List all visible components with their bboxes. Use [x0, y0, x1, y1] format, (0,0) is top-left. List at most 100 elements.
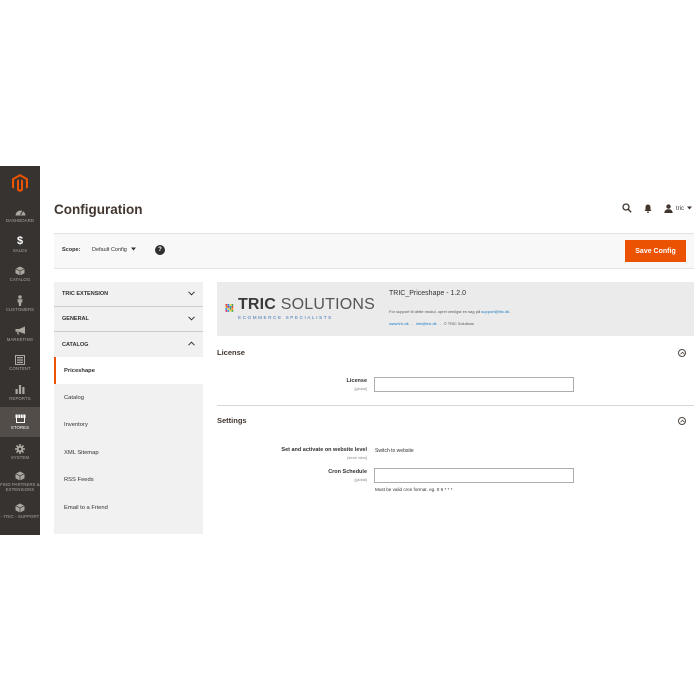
- section-catalog[interactable]: CATALOG: [54, 332, 203, 357]
- caret-down-icon: [130, 247, 136, 253]
- cube-tile: [225, 304, 228, 306]
- cube-tile: [229, 308, 232, 310]
- sidebar-item-label: Catalog: [9, 277, 31, 283]
- sidebar-item-catalog[interactable]: Catalog: [0, 259, 40, 289]
- megaphone-icon: [14, 325, 26, 336]
- save-config-button[interactable]: Save Config: [625, 240, 686, 262]
- section-title: GENERAL: [62, 316, 89, 322]
- content-icon: [14, 354, 26, 365]
- section-title: TRIC EXTENSION: [62, 291, 109, 297]
- sidebar-item-reports[interactable]: Reports: [0, 378, 40, 408]
- sidebar-item-tric-support[interactable]: - TRIC - Support: [0, 496, 40, 526]
- cube-tile: [227, 306, 230, 308]
- cube-tile: [229, 306, 232, 308]
- scope-value: Default Config: [92, 247, 127, 253]
- cron-note: Must be valid cron format. eg. 0 6 * * *: [375, 487, 453, 492]
- sidebar-item-system[interactable]: System: [0, 437, 40, 467]
- cube-tile: [225, 310, 228, 312]
- cube-tile: [227, 308, 230, 310]
- cube-tile: [231, 308, 234, 310]
- cube-tile: [229, 310, 232, 312]
- cube-icon: [14, 265, 26, 276]
- chevron-up-icon: [188, 341, 195, 348]
- store-icon: [14, 413, 26, 424]
- cube-tile: [225, 306, 228, 308]
- scope-help-icon[interactable]: ?: [155, 245, 165, 255]
- catalog-nav-link[interactable]: XML Sitemap: [54, 439, 203, 466]
- catalog-nav-link[interactable]: Email to a Friend: [54, 494, 203, 521]
- tric-logo: TRIC SOLUTIONS ECOMMERCE SPECIALISTS: [225, 288, 375, 328]
- scope-switcher[interactable]: Default Config: [92, 247, 136, 253]
- catalog-nav-link[interactable]: RSS Feeds: [54, 467, 203, 494]
- magento-logo-icon: [12, 174, 28, 192]
- activate-label: Set and activate on website level: [281, 447, 367, 453]
- license-input[interactable]: [374, 377, 574, 392]
- sidebar-item-dashboard[interactable]: Dashboard: [0, 200, 40, 230]
- dashboard-icon: [14, 206, 26, 217]
- sidebar-item-label: Find Partners & Extensions: [0, 482, 40, 493]
- license-scope: [global]: [354, 386, 367, 391]
- user-menu[interactable]: tric: [664, 203, 692, 215]
- support-icon: [14, 502, 26, 513]
- catalog-nav-link[interactable]: Catalog: [54, 384, 203, 411]
- section-title: CATALOG: [62, 341, 89, 348]
- sidebar-item-find-partners-extensions[interactable]: Find Partners & Extensions: [0, 466, 40, 496]
- config-nav: TRIC EXTENSION GENERAL CATALOG Priceshap…: [54, 282, 203, 534]
- sidebar-item-label: Dashboard: [5, 218, 35, 224]
- scope-label: Scope:: [62, 247, 81, 253]
- chevron-down-icon: [188, 315, 195, 323]
- sidebar-item-marketing[interactable]: Marketing: [0, 318, 40, 348]
- info-email-link[interactable]: info@tric.dk: [416, 321, 437, 326]
- settings-group-title[interactable]: Settings: [217, 416, 247, 425]
- gear-icon: [14, 443, 26, 454]
- collapse-settings-icon[interactable]: [678, 417, 686, 425]
- sidebar-item-stores[interactable]: Stores: [0, 407, 40, 437]
- copyright: © TRIC Solutions: [443, 321, 474, 326]
- scope-bar: Scope: Default Config ? Save Config: [54, 233, 694, 269]
- chevron-down-icon: [188, 290, 195, 298]
- bar-chart-icon: [14, 384, 26, 395]
- module-support-text: For support til dette modul, opret venli…: [389, 309, 511, 314]
- user-icon: [664, 203, 673, 215]
- license-label: License: [346, 378, 367, 384]
- sidebar-item-customers[interactable]: Customers: [0, 289, 40, 319]
- cube-tile: [225, 308, 228, 310]
- notifications-bell-icon[interactable]: [644, 200, 652, 218]
- search-icon[interactable]: [622, 200, 632, 218]
- section-general[interactable]: GENERAL: [54, 307, 203, 332]
- sidebar-item-content[interactable]: Content: [0, 348, 40, 378]
- cube-tile: [227, 310, 230, 312]
- activate-scope: [store view]: [347, 455, 367, 460]
- cube-tile: [229, 304, 232, 306]
- admin-page: Dashboard $ Sales Catalog Customers Marketing…: [0, 0, 700, 700]
- catalog-nav-link[interactable]: Inventory: [54, 412, 203, 439]
- section-tric-extension[interactable]: TRIC EXTENSION: [54, 282, 203, 307]
- sidebar-item-label: Marketing: [6, 336, 34, 342]
- person-icon: [14, 295, 26, 307]
- cube-tile: [231, 310, 234, 312]
- extensions-icon: [14, 470, 26, 481]
- module-title: TRIC_Priceshape - 1.2.0: [389, 290, 467, 297]
- magento-logo[interactable]: [0, 166, 40, 200]
- switch-to-website-value: Switch to website: [375, 448, 414, 454]
- catalog-nav-link[interactable]: Priceshape: [54, 357, 203, 385]
- brand-name: TRIC SOLUTIONS: [237, 296, 375, 313]
- catalog-items: Priceshape Catalog Inventory XML Sitemap RSS…: [54, 357, 203, 521]
- chevron-down-icon: [687, 206, 692, 212]
- collapse-license-icon[interactable]: [678, 349, 686, 357]
- cube-tile: [231, 306, 234, 308]
- cron-schedule-input[interactable]: [374, 468, 574, 483]
- cube-tile: [231, 304, 234, 306]
- site-link[interactable]: www.tric.dk: [389, 321, 409, 326]
- sidebar-item-label: - TRIC - Support: [0, 514, 40, 520]
- cube-tile: [227, 304, 230, 306]
- sidebar-item-label: Sales: [12, 247, 28, 253]
- rubiks-cube-icon: [225, 304, 234, 312]
- header-actions: tric: [622, 202, 692, 216]
- license-group-title[interactable]: License: [217, 348, 245, 357]
- sidebar-item-label: Stores: [10, 425, 30, 431]
- support-email-link[interactable]: support@tric.dk: [481, 309, 509, 314]
- sidebar-item-sales[interactable]: $ Sales: [0, 230, 40, 260]
- module-banner: TRIC SOLUTIONS ECOMMERCE SPECIALISTS TRI…: [217, 282, 694, 336]
- user-name: tric: [676, 206, 684, 212]
